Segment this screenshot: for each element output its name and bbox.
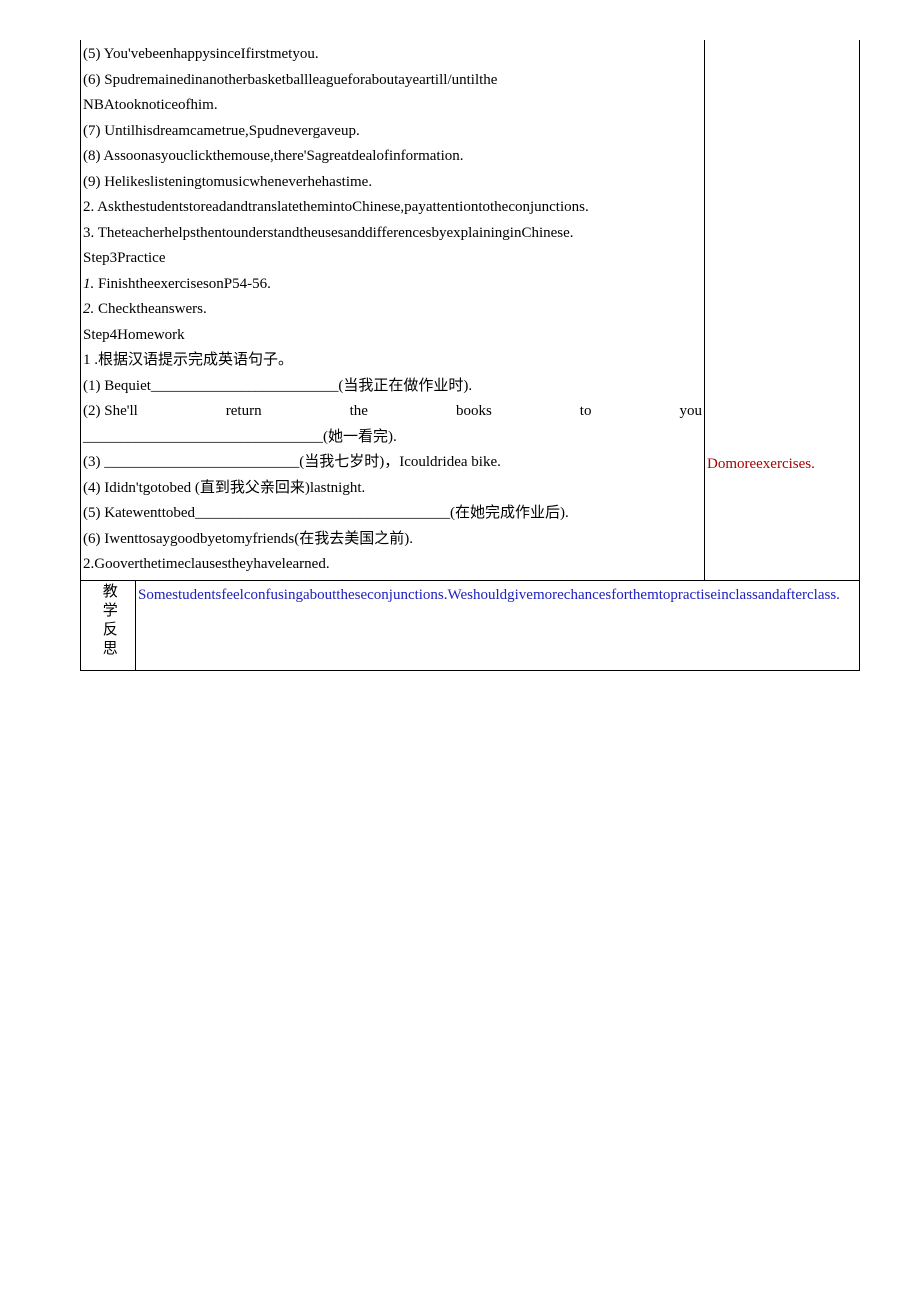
line-5: (5) You'vebeenhappysinceIfirstmetyou. (83, 42, 702, 68)
hw-q6: (6) Iwenttosaygoodbyetomyfriends(在我去美国之前… (83, 527, 702, 553)
hw-intro: 1 .根据汉语提示完成英语句子。 (83, 348, 702, 374)
hw-q2b: ________________________________(她一看完). (83, 425, 702, 451)
line-6a: (6) Spudremainedinanotherbasketballleagu… (83, 68, 702, 94)
line-6b: NBAtooknoticeofhim. (83, 93, 702, 119)
side-note-cell: Domoreexercises. (705, 40, 860, 580)
reflection-text-cell: Somestudentsfeelconfusingabouttheseconju… (136, 580, 860, 671)
document-table: (5) You'vebeenhappysinceIfirstmetyou. (6… (80, 40, 860, 671)
q2-w3: the (350, 399, 368, 425)
reflection-label: 教学反思 (95, 583, 121, 659)
main-content-cell: (5) You'vebeenhappysinceIfirstmetyou. (6… (81, 40, 705, 580)
q2-w1: (2) She'll (83, 399, 138, 425)
side-note: Domoreexercises. (707, 42, 857, 478)
step3-item2: 2. Checktheanswers. (83, 297, 702, 323)
line-teacher: 3. Theteacherhelpsthentounderstandtheuse… (83, 221, 702, 247)
reflection-label-cell: 教学反思 (81, 580, 136, 671)
line-9: (9) Helikeslisteningtomusicwheneverhehas… (83, 170, 702, 196)
num-2: 2. (83, 301, 94, 317)
line-ask: 2. Askthestudentstoreadandtranslatethemi… (83, 195, 702, 221)
hw-q3: (3) __________________________(当我七岁时)，Ic… (83, 450, 702, 476)
hw-q5: (5) Katewenttobed_______________________… (83, 501, 702, 527)
step3-item1-text: FinishtheexercisesonP54-56. (94, 276, 271, 292)
hw-q4: (4) Ididn'tgotobed (直到我父亲回来)lastnight. (83, 476, 702, 502)
q2-w6: you (679, 399, 702, 425)
step3-item2-text: Checktheanswers. (94, 301, 206, 317)
step3-item1: 1. FinishtheexercisesonP54-56. (83, 272, 702, 298)
hw-q1: (1) Bequiet_________________________(当我正… (83, 374, 702, 400)
reflection-text: Somestudentsfeelconfusingabouttheseconju… (138, 587, 840, 603)
hw-goover: 2.Gooverthetimeclausestheyhavelearned. (83, 552, 702, 578)
q2-w2: return (226, 399, 262, 425)
num-1: 1. (83, 276, 94, 292)
q2-w5: to (580, 399, 592, 425)
step4-heading: Step4Homework (83, 323, 702, 349)
line-7: (7) Untilhisdreamcametrue,Spudnevergaveu… (83, 119, 702, 145)
step3-heading: Step3Practice (83, 246, 702, 272)
line-8: (8) Assoonasyouclickthemouse,there'Sagre… (83, 144, 702, 170)
hw-q2a: (2) She'll return the books to you (83, 399, 702, 425)
q2-w4: books (456, 399, 492, 425)
